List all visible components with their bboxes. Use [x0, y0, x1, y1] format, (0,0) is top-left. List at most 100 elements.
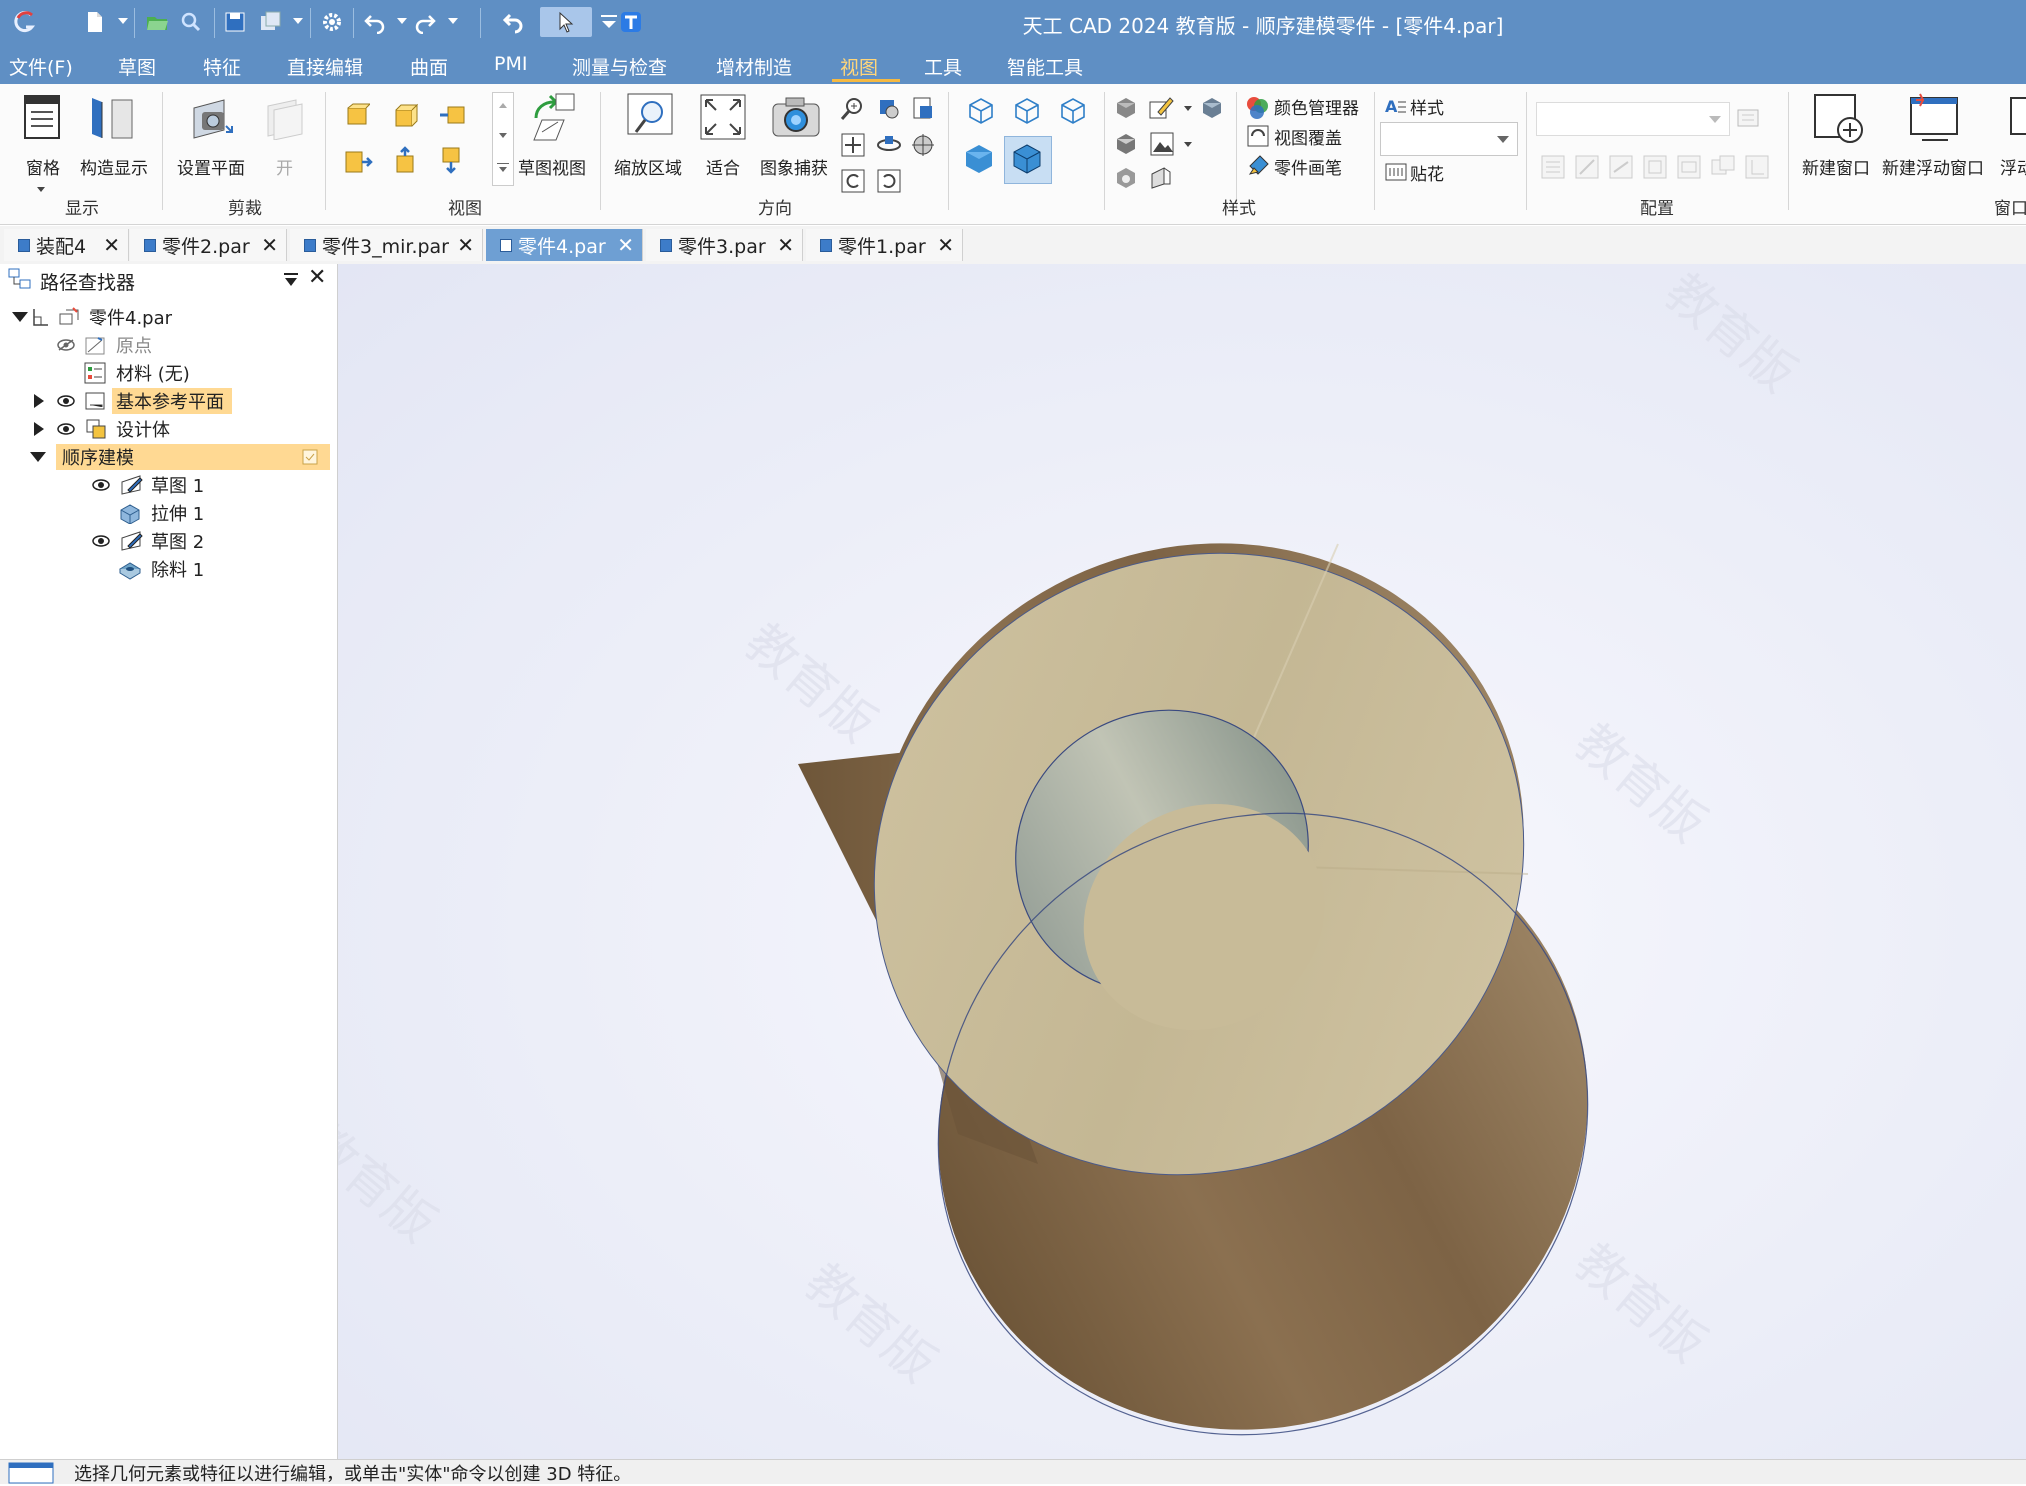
gear-icon[interactable]	[317, 7, 347, 37]
graphics-viewport[interactable]: 教育版 教育版 教育版 教育版 教育版 教育版	[338, 264, 2026, 1459]
construct-display-icon[interactable]	[88, 94, 138, 140]
new-window-icon[interactable]	[1812, 92, 1866, 146]
tab-part3[interactable]: 零件3.par ✕	[646, 229, 803, 261]
ordered-edit-icon[interactable]	[302, 449, 318, 465]
styles-icon[interactable]: A	[1384, 94, 1408, 118]
view-front-icon[interactable]	[344, 102, 370, 128]
close-icon[interactable]: ✕	[937, 233, 954, 257]
styles-button[interactable]: 样式	[1410, 94, 1444, 119]
save-all-icon[interactable]	[256, 7, 286, 37]
decal-icon[interactable]	[1384, 160, 1408, 184]
edit-style-icon[interactable]	[1148, 96, 1174, 120]
tree-item-extrude1[interactable]: 拉伸 1	[0, 500, 330, 526]
tab-part3-mir[interactable]: 零件3_mir.par ✕	[290, 229, 483, 261]
lighting-icon[interactable]	[1200, 96, 1224, 120]
return-icon[interactable]	[498, 7, 528, 37]
new-window-button[interactable]: 新建窗口	[1802, 154, 1870, 179]
fit-button[interactable]: 适合	[706, 154, 740, 179]
expand-icon[interactable]	[34, 394, 44, 408]
decal-button[interactable]: 贴花	[1410, 160, 1444, 185]
view-override-icon[interactable]	[1246, 124, 1270, 148]
menu-tools[interactable]: 工具	[924, 53, 962, 80]
redo-icon[interactable]	[410, 7, 440, 37]
menu-direct-edit[interactable]: 直接编辑	[287, 53, 363, 80]
new-float-window-button[interactable]: 新建浮动窗口	[1882, 154, 1984, 179]
menu-file[interactable]: 文件(F)	[9, 53, 73, 80]
camera-icon[interactable]	[770, 94, 822, 138]
redo-dropdown-icon[interactable]	[448, 18, 458, 24]
tree-item-design-body[interactable]: 设计体	[0, 416, 330, 442]
tree-item-origin[interactable]: 原点	[0, 332, 330, 358]
pane-icon[interactable]	[22, 94, 64, 140]
color-manager-icon[interactable]	[1244, 94, 1270, 120]
eye-icon[interactable]	[92, 535, 110, 547]
collapse-icon[interactable]	[30, 452, 46, 462]
view-pan-icon[interactable]	[344, 148, 374, 176]
save-icon[interactable]	[220, 7, 250, 37]
eye-icon[interactable]	[92, 479, 110, 491]
hidden-eye-icon[interactable]	[57, 339, 75, 351]
set-plane-button[interactable]: 设置平面	[177, 154, 245, 179]
undo-icon[interactable]	[360, 7, 390, 37]
menu-smart-tools[interactable]: 智能工具	[1007, 53, 1083, 80]
tab-part4[interactable]: 零件4.par ✕	[486, 229, 643, 261]
expand-icon[interactable]	[34, 422, 44, 436]
previous-view-icon[interactable]	[840, 168, 866, 194]
new-file-icon[interactable]	[80, 7, 110, 37]
zoom-dynamic-icon[interactable]	[876, 96, 902, 122]
tab-part2[interactable]: 零件2.par ✕	[130, 229, 287, 261]
zoom-area-icon[interactable]	[626, 92, 676, 142]
save-dropdown-icon[interactable]	[293, 18, 303, 24]
menu-surfacing[interactable]: 曲面	[410, 53, 448, 80]
color-manager-button[interactable]: 颜色管理器	[1274, 94, 1359, 119]
view-override-button[interactable]: 视图覆盖	[1274, 124, 1342, 149]
wireframe-view-icon[interactable]	[966, 96, 996, 126]
rotate-icon[interactable]	[876, 132, 902, 158]
zoom-in-icon[interactable]	[840, 96, 866, 122]
tab-part1[interactable]: 零件1.par ✕	[806, 229, 963, 261]
close-icon[interactable]: ✕	[617, 233, 634, 257]
eye-icon[interactable]	[57, 423, 75, 435]
spin-about-icon[interactable]	[910, 132, 936, 158]
shaded-with-edges-icon[interactable]	[1010, 142, 1044, 176]
pane-dropdown-icon[interactable]	[37, 187, 45, 192]
sketch-view-button[interactable]: 草图视图	[518, 154, 586, 179]
tree-item-sketch1[interactable]: 草图 1	[0, 472, 330, 498]
visible-edges-icon[interactable]	[1012, 96, 1042, 126]
shaded-view-icon[interactable]	[962, 142, 996, 176]
text-tool-icon[interactable]	[616, 7, 646, 37]
float-button[interactable]: 浮动	[2000, 154, 2026, 179]
open-file-icon[interactable]	[142, 7, 172, 37]
close-icon[interactable]: ✕	[308, 265, 326, 290]
menu-additive[interactable]: 增材制造	[716, 53, 792, 80]
sketch-view-icon[interactable]	[528, 92, 578, 142]
fit-icon[interactable]	[698, 92, 748, 142]
tab-assembly4[interactable]: 装配4 ✕	[4, 229, 129, 261]
collapse-pane-icon[interactable]	[282, 272, 300, 288]
menu-sketch[interactable]: 草图	[118, 53, 156, 80]
pane-button[interactable]: 窗格	[26, 154, 60, 179]
construct-display-button[interactable]: 构造显示	[80, 154, 148, 179]
part-painter-icon[interactable]	[1246, 154, 1270, 178]
part-painter-button[interactable]: 零件画笔	[1274, 154, 1342, 179]
float-window-icon[interactable]	[2008, 92, 2026, 146]
view-iso-icon[interactable]	[392, 102, 418, 128]
menu-view[interactable]: 视图	[840, 53, 878, 80]
tree-item-base-planes[interactable]: 基本参考平面	[0, 388, 330, 414]
view-gallery-scroller[interactable]	[492, 92, 514, 186]
close-icon[interactable]: ✕	[103, 233, 120, 257]
close-icon[interactable]: ✕	[261, 233, 278, 257]
edit-style-dropdown-icon[interactable]	[1184, 106, 1192, 111]
close-icon[interactable]: ✕	[457, 233, 474, 257]
collapse-icon[interactable]	[12, 312, 28, 322]
tree-item-root[interactable]: 零件4.par	[0, 304, 330, 330]
search-icon[interactable]	[176, 7, 206, 37]
view-orient-icon[interactable]	[910, 96, 936, 122]
menu-features[interactable]: 特征	[203, 53, 241, 80]
select-tool-icon[interactable]	[540, 7, 592, 37]
model-view[interactable]	[338, 264, 2026, 1459]
menu-pmi[interactable]: PMI	[494, 53, 527, 75]
hidden-edges-icon[interactable]	[1058, 96, 1088, 126]
floor-reflection-icon[interactable]	[1114, 166, 1138, 190]
close-icon[interactable]: ✕	[777, 233, 794, 257]
